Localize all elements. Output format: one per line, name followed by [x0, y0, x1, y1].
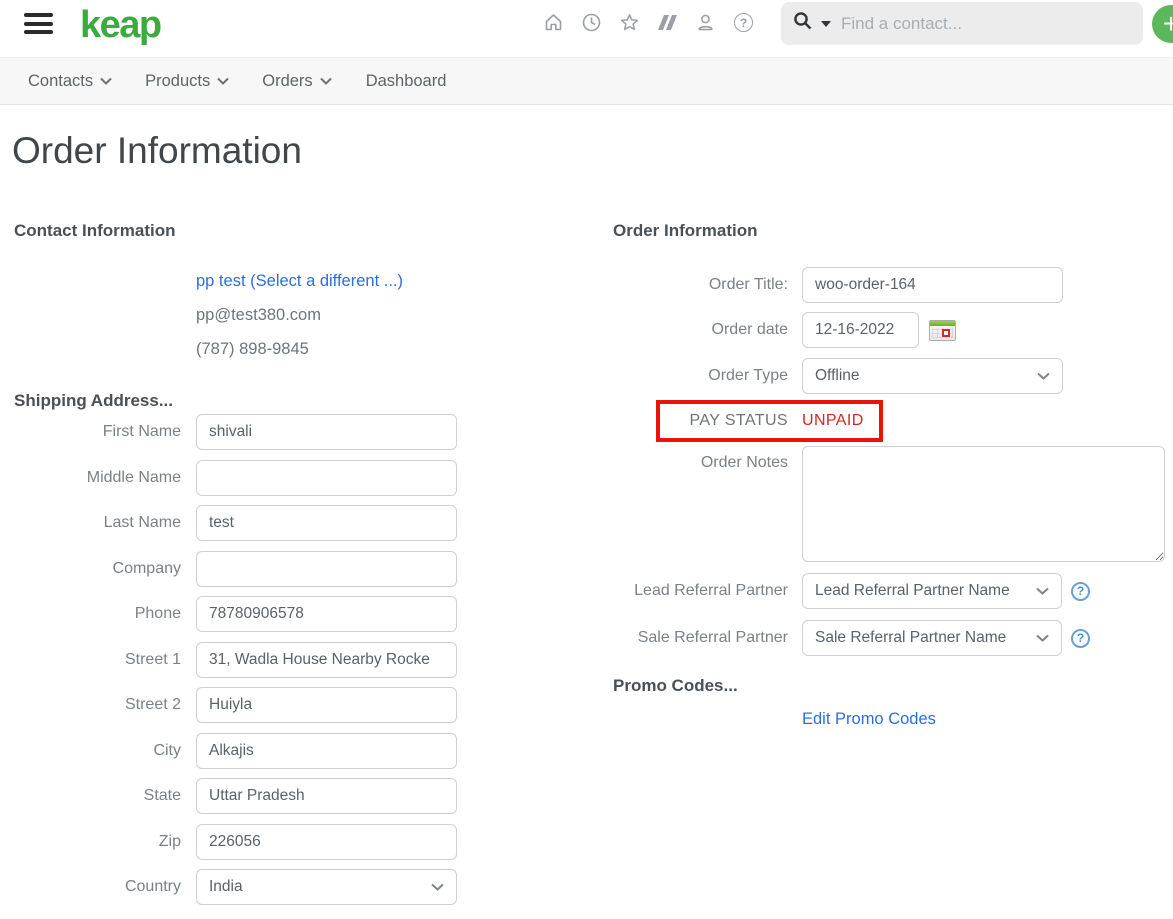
- form-row-last-name: Last Name: [0, 505, 457, 541]
- order-type-select[interactable]: Offline: [802, 358, 1063, 394]
- form-row-street1: Street 1: [0, 642, 457, 678]
- clock-icon[interactable]: [581, 11, 602, 34]
- form-row-company: Company: [0, 551, 457, 587]
- sale-referral-partner-select[interactable]: Sale Referral Partner Name: [802, 620, 1062, 656]
- form-row-country: Country India: [0, 869, 457, 905]
- select-different-contact-link[interactable]: (Select a different ...): [250, 272, 403, 290]
- form-row-order-title: Order Title:: [613, 267, 1063, 303]
- sale-referral-help-icon[interactable]: ?: [1071, 629, 1090, 648]
- street2-field[interactable]: [196, 687, 457, 723]
- chevron-down-icon: [100, 77, 112, 85]
- chevron-down-icon: [1036, 587, 1049, 595]
- nav-item-dashboard[interactable]: Dashboard: [366, 72, 447, 91]
- contact-name-link[interactable]: pp test: [196, 272, 246, 290]
- pay-status-highlight-box: PAY STATUS UNPAID: [656, 400, 883, 442]
- zip-field[interactable]: [196, 824, 457, 860]
- last-name-field[interactable]: [196, 505, 457, 541]
- form-row-lead-referral: Lead Referral Partner Lead Referral Part…: [613, 573, 1090, 609]
- chevron-down-icon: [217, 77, 229, 85]
- form-row-order-type: Order Type Offline: [613, 358, 1063, 394]
- company-field[interactable]: [196, 551, 457, 587]
- contact-summary: pp test (Select a different ...) pp@test…: [196, 271, 403, 373]
- form-row-sale-referral: Sale Referral Partner Sale Referral Part…: [613, 620, 1090, 656]
- star-icon[interactable]: [619, 11, 640, 34]
- help-icon[interactable]: ?: [733, 11, 754, 34]
- promo-codes-heading: Promo Codes...: [613, 676, 738, 696]
- pay-status-label: PAY STATUS: [660, 412, 788, 430]
- form-row-zip: Zip: [0, 824, 457, 860]
- nav-item-orders[interactable]: Orders: [262, 72, 331, 91]
- country-select[interactable]: India: [196, 869, 457, 905]
- chevron-down-icon: [320, 77, 332, 85]
- form-row-first-name: First Name: [0, 414, 457, 450]
- street1-field[interactable]: [196, 642, 457, 678]
- calendar-icon[interactable]: [929, 320, 956, 341]
- home-icon[interactable]: [543, 11, 564, 34]
- middle-name-field[interactable]: [196, 460, 457, 496]
- search-icon: [793, 11, 813, 36]
- chevron-down-icon: [431, 883, 444, 891]
- first-name-field[interactable]: [196, 414, 457, 450]
- lead-referral-help-icon[interactable]: ?: [1071, 582, 1090, 601]
- main-nav: Contacts Products Orders Dashboard: [0, 57, 1173, 105]
- chevron-down-icon: [1037, 372, 1050, 380]
- lead-referral-partner-select[interactable]: Lead Referral Partner Name: [802, 573, 1062, 609]
- chevron-down-icon: [1036, 634, 1049, 642]
- order-information-section: Order Information Order Title: Order dat…: [613, 221, 1173, 241]
- city-field[interactable]: [196, 733, 457, 769]
- order-notes-textarea[interactable]: [802, 446, 1165, 562]
- contact-search-bar[interactable]: [781, 2, 1143, 45]
- contact-email: pp@test380.com: [196, 305, 403, 326]
- keap-logo: keap: [80, 4, 161, 47]
- form-row-middle-name: Middle Name: [0, 460, 457, 496]
- stripes-icon[interactable]: [657, 11, 678, 34]
- form-row-phone: Phone: [0, 596, 457, 632]
- person-icon[interactable]: [695, 11, 716, 34]
- shipping-address-heading: Shipping Address...: [14, 391, 173, 411]
- form-row-state: State: [0, 778, 457, 814]
- shipping-address-form: First Name Middle Name Last Name Company…: [0, 414, 457, 915]
- state-field[interactable]: [196, 778, 457, 814]
- form-row-order-notes: Order Notes: [613, 446, 1165, 567]
- phone-field[interactable]: [196, 596, 457, 632]
- order-information-heading: Order Information: [613, 221, 1173, 241]
- hamburger-menu-icon[interactable]: [24, 13, 53, 38]
- pay-status-value: UNPAID: [802, 412, 864, 430]
- quick-add-button[interactable]: +: [1152, 5, 1173, 43]
- order-information-page: keap ?: [0, 0, 1173, 919]
- contact-information-heading: Contact Information: [14, 221, 176, 241]
- page-title: Order Information: [12, 130, 302, 172]
- app-header: keap ?: [0, 0, 1173, 57]
- search-scope-caret-icon[interactable]: [821, 21, 831, 27]
- order-title-field[interactable]: [802, 267, 1063, 303]
- form-row-order-date: Order date: [613, 312, 956, 348]
- form-row-street2: Street 2: [0, 687, 457, 723]
- order-date-field[interactable]: [802, 312, 919, 348]
- edit-promo-codes-link[interactable]: Edit Promo Codes: [802, 710, 936, 729]
- nav-item-products[interactable]: Products: [145, 72, 229, 91]
- nav-item-contacts[interactable]: Contacts: [28, 72, 112, 91]
- search-input[interactable]: [841, 14, 1131, 34]
- form-row-city: City: [0, 733, 457, 769]
- contact-phone: (787) 898-9845: [196, 339, 403, 360]
- header-icon-bar: ?: [543, 11, 754, 34]
